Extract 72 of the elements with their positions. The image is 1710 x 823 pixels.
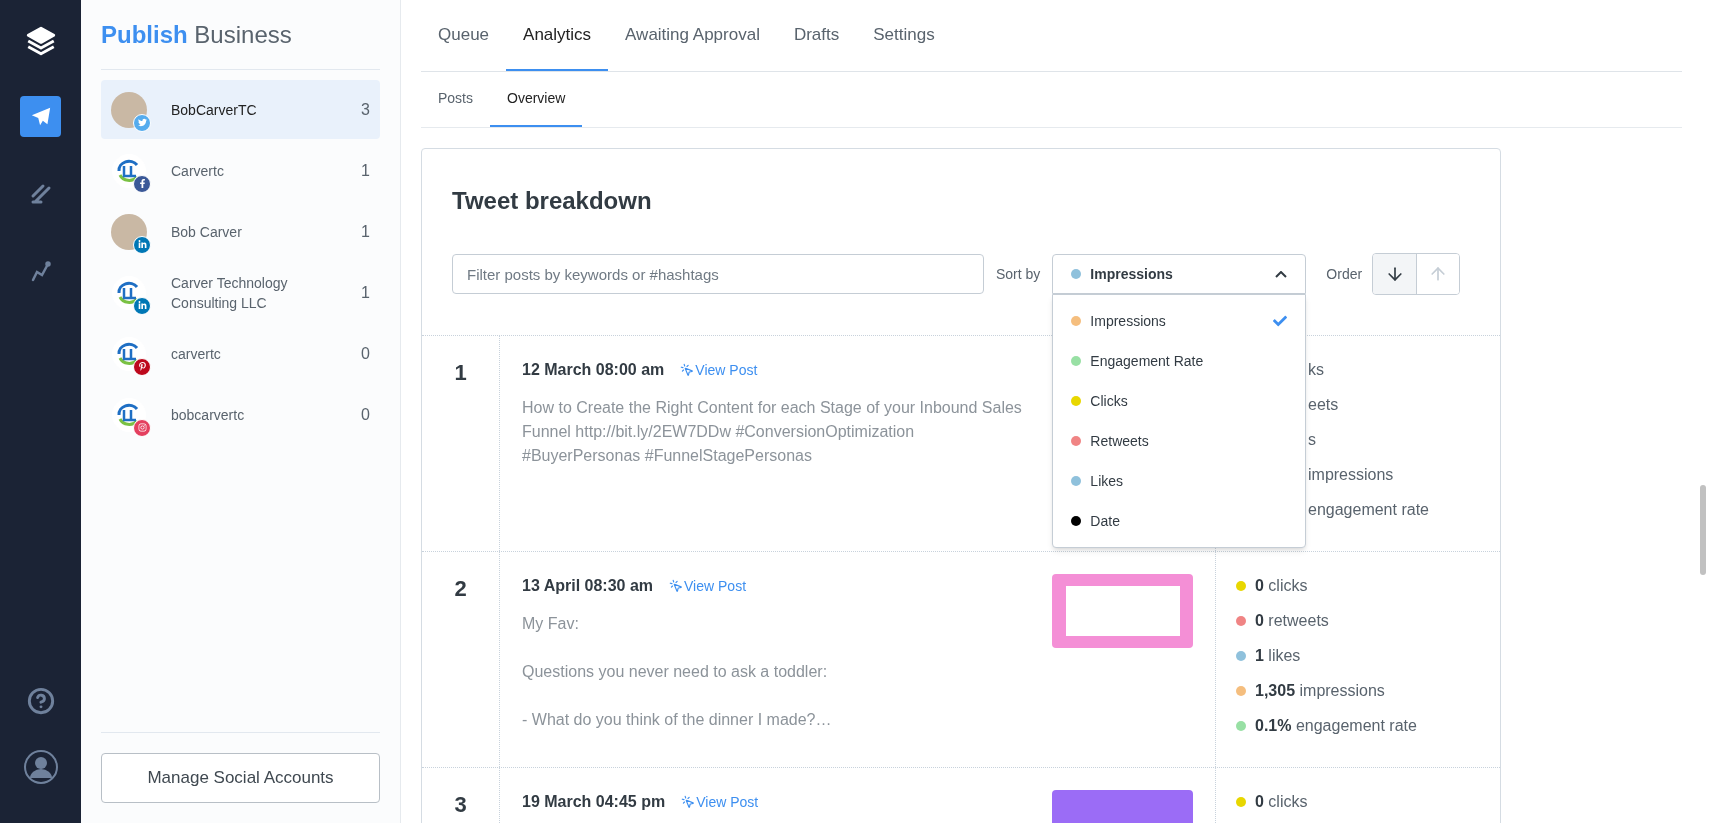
- menu-item[interactable]: Clicks: [1053, 381, 1306, 421]
- account-name: Bob Carver: [171, 222, 243, 242]
- post-date: 19 March 04:45 pm: [522, 792, 666, 812]
- pointer-icon: [681, 795, 696, 809]
- stat-text: 0 clicks: [1255, 792, 1308, 812]
- stat-text: ks: [1308, 360, 1324, 380]
- pointer-icon: [669, 579, 684, 593]
- tab[interactable]: Queue: [421, 0, 507, 71]
- app-title: Publish Business: [101, 19, 292, 50]
- chevron-icon: [1275, 270, 1288, 278]
- stat-text: 1 likes: [1255, 646, 1301, 666]
- sort-descending-button[interactable]: [1373, 254, 1417, 294]
- post-number: 3: [454, 791, 467, 819]
- account-item[interactable]: bobcarvertc 0: [101, 385, 380, 444]
- stat-text: engagement rate: [1308, 500, 1429, 520]
- post-number: 1: [454, 359, 467, 387]
- tab[interactable]: Drafts: [776, 0, 857, 71]
- stat-text: eets: [1308, 395, 1339, 415]
- menu-item[interactable]: Engagement Rate: [1053, 341, 1306, 381]
- menu-item[interactable]: Impressions: [1053, 301, 1306, 341]
- menu-item[interactable]: Retweets: [1053, 421, 1306, 461]
- stat-text: 0 clicks: [1255, 576, 1308, 596]
- menu-item[interactable]: Date: [1053, 501, 1306, 541]
- post-date: 12 March 08:00 am: [522, 360, 665, 380]
- post-date: 13 April 08:30 am: [522, 576, 654, 596]
- post-count: 0: [361, 343, 370, 364]
- tab[interactable]: Awaiting Approval: [608, 0, 777, 71]
- post-count: 3: [361, 99, 370, 120]
- sub-tab[interactable]: Posts: [421, 72, 490, 127]
- account-item[interactable]: carvertc 0: [101, 324, 380, 383]
- post-text: My Fav:: [522, 614, 580, 634]
- sort-label: Sort by: [996, 264, 1041, 284]
- pointer-icon: [680, 363, 695, 377]
- post-count: 1: [361, 221, 370, 242]
- stat-text: 0 retweets: [1255, 611, 1329, 631]
- filter-field[interactable]: Filter posts by keywords or #hashtags: [452, 254, 984, 294]
- user-avatar-icon[interactable]: [22, 749, 59, 785]
- check-icon: [1273, 314, 1288, 328]
- manage-accounts-button[interactable]: Manage Social Accounts: [101, 753, 380, 803]
- view-post-link[interactable]: View Post: [680, 359, 758, 381]
- account-item[interactable]: Bob Carver 1: [101, 202, 380, 261]
- view-post-link[interactable]: View Post: [669, 575, 747, 597]
- post-text: - What do you think of the dinner I made?…: [522, 710, 833, 730]
- account-name: Carver Technology Consulting LLC: [171, 273, 289, 313]
- post-count: 0: [361, 404, 370, 425]
- paper-plane-icon[interactable]: [20, 96, 61, 137]
- tab[interactable]: Analytics: [506, 0, 609, 71]
- post-count: 1: [361, 160, 370, 181]
- card-title: Tweet breakdown: [452, 186, 653, 216]
- account-name: BobCarverTC: [171, 100, 258, 120]
- post-number: 2: [454, 575, 467, 603]
- tab[interactable]: Settings: [856, 0, 952, 71]
- post-count: 1: [361, 282, 370, 303]
- view-post-link[interactable]: View Post: [681, 791, 759, 813]
- account-name: Carvertc: [171, 161, 225, 181]
- menu-item[interactable]: Likes: [1053, 461, 1306, 501]
- sort-dropdown[interactable]: Impressions: [1052, 254, 1307, 294]
- order-label: Order: [1326, 264, 1363, 284]
- post-text: Questions you never need to ask a toddler:: [522, 662, 829, 682]
- account-item[interactable]: Carver Technology Consulting LLC 1: [101, 263, 380, 322]
- account-name: carvertc: [171, 344, 222, 364]
- account-item[interactable]: Carvertc 1: [101, 141, 380, 200]
- scrollbar-thumb[interactable]: [1700, 485, 1706, 575]
- help-icon[interactable]: [26, 687, 55, 715]
- account-item[interactable]: BobCarverTC 3: [101, 80, 380, 139]
- stat-text: 0.1% engagement rate: [1255, 716, 1417, 736]
- stat-text: 1,305 impressions: [1255, 681, 1385, 701]
- stat-text: s: [1308, 430, 1316, 450]
- stat-text: impressions: [1308, 465, 1394, 485]
- post-text: How to Create the Right Content for each Stage of your Inbound Sales Funnel http://bit.ly/2EW7DDw #ConversionOptimization #BuyerPersonas #FunnelStagePersonas: [522, 398, 1022, 466]
- account-name: bobcarvertc: [171, 405, 246, 425]
- sub-tab[interactable]: Overview: [490, 72, 583, 127]
